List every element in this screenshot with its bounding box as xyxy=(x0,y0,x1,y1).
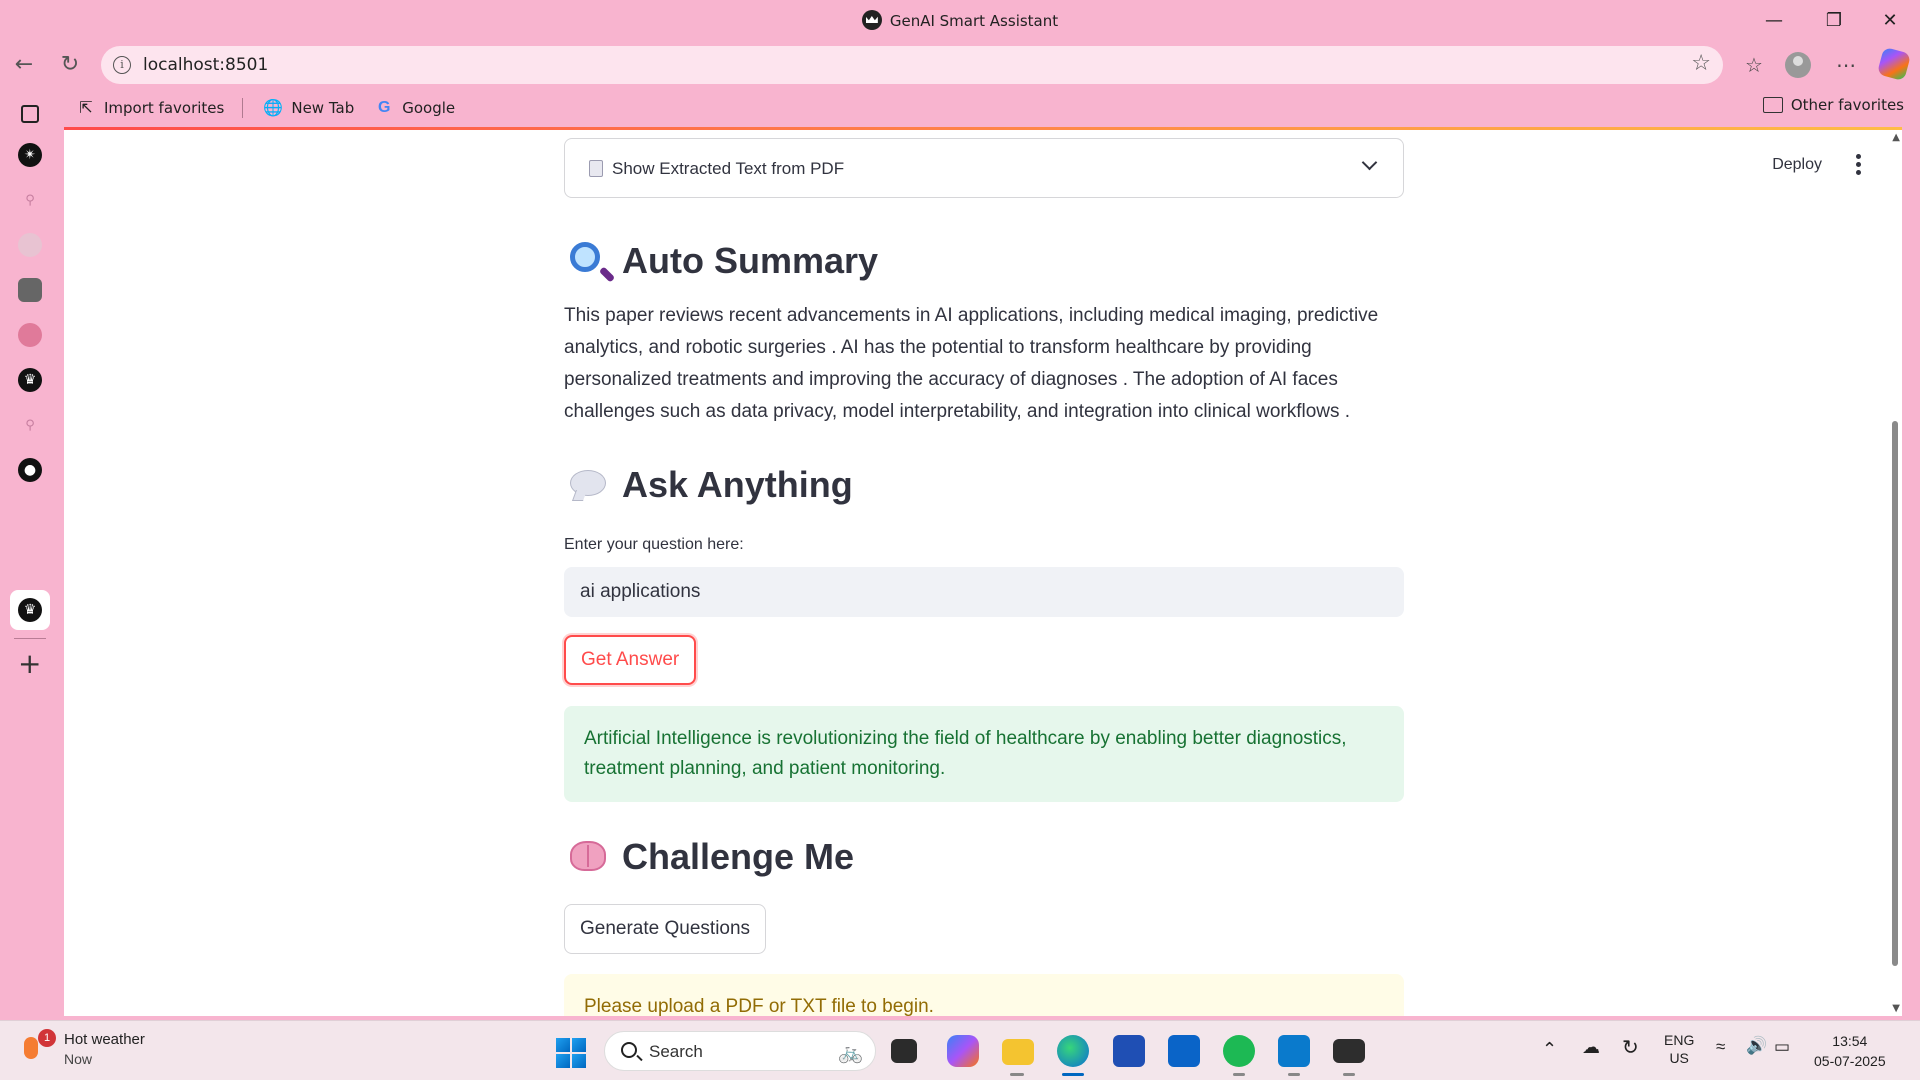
streamlit-icon[interactable]: ♛ xyxy=(18,598,42,622)
chevron-down-icon xyxy=(1361,154,1378,171)
search-icon[interactable]: ⚲ xyxy=(18,413,42,437)
streamlit-icon[interactable]: ♛ xyxy=(18,368,42,392)
brain-icon xyxy=(570,838,608,876)
windows-start-icon[interactable] xyxy=(556,1038,586,1068)
window-title: GenAI Smart Assistant xyxy=(0,10,1920,30)
edge-browser-icon[interactable] xyxy=(1057,1035,1089,1067)
summary-text: This paper reviews recent advancements i… xyxy=(564,305,1379,422)
file-explorer-icon[interactable] xyxy=(1002,1039,1034,1065)
minimize-button[interactable]: — xyxy=(1746,0,1802,40)
main-column: Show Extracted Text from PDF Auto Summar… xyxy=(564,138,1404,1016)
running-indicator xyxy=(1343,1073,1355,1076)
address-bar[interactable]: i localhost:8501 ☆ xyxy=(101,46,1723,84)
running-indicator xyxy=(1010,1073,1024,1076)
restore-button[interactable]: ❐ xyxy=(1806,0,1862,40)
page-icon xyxy=(589,160,603,177)
site-info-icon[interactable]: i xyxy=(113,56,131,74)
speech-bubble-icon xyxy=(570,466,608,504)
active-indicator xyxy=(1062,1073,1084,1076)
copilot-taskbar-icon[interactable] xyxy=(947,1035,979,1067)
favorite-star-icon[interactable]: ☆ xyxy=(1691,51,1711,76)
folder-icon xyxy=(1762,97,1783,113)
profile-avatar[interactable] xyxy=(1785,52,1811,78)
bicycle-icon: 🚲 xyxy=(838,1040,863,1064)
favorite-google[interactable]: G Google xyxy=(374,98,455,118)
question-label: Enter your question here: xyxy=(564,536,744,553)
extracted-text-expander[interactable]: Show Extracted Text from PDF xyxy=(564,138,1404,198)
generate-questions-button[interactable]: Generate Questions xyxy=(564,904,767,954)
back-arrow-icon[interactable]: ← xyxy=(8,48,40,80)
terminal-icon[interactable] xyxy=(1333,1039,1365,1063)
deploy-button[interactable]: Deploy xyxy=(1772,156,1822,174)
spotify-icon[interactable] xyxy=(1223,1035,1255,1067)
get-answer-button[interactable]: Get Answer xyxy=(564,635,697,685)
vertical-scrollbar[interactable]: ▲ ▼ xyxy=(1888,128,1902,1016)
sync-icon[interactable]: ↻ xyxy=(1622,1035,1639,1060)
outlook-icon[interactable] xyxy=(1168,1035,1200,1067)
google-icon: G xyxy=(378,99,391,116)
import-icon: ⇱ xyxy=(79,98,93,117)
add-icon[interactable]: + xyxy=(18,647,41,680)
search-icon xyxy=(621,1042,637,1058)
favorites-bar: ⇱ Import favorites 🌐 New Tab G Google xyxy=(60,94,475,122)
copilot-icon[interactable] xyxy=(1876,46,1912,82)
url-text[interactable]: localhost:8501 xyxy=(143,55,268,75)
language-indicator[interactable]: ENG US xyxy=(1664,1031,1694,1067)
kebab-menu-icon[interactable] xyxy=(1856,154,1862,175)
volume-icon[interactable]: 🔊 xyxy=(1746,1036,1767,1056)
clock[interactable]: 13:54 05-07-2025 xyxy=(1814,1031,1886,1071)
globe-icon: 🌐 xyxy=(263,98,284,117)
scroll-down-icon[interactable]: ▼ xyxy=(1892,1003,1900,1014)
scroll-up-icon[interactable]: ▲ xyxy=(1892,132,1900,143)
extension-icon[interactable] xyxy=(18,323,42,347)
microsoft-store-icon[interactable] xyxy=(1113,1035,1145,1067)
wifi-icon[interactable]: ≈ xyxy=(1716,1037,1725,1057)
app-viewport: Deploy Show Extracted Text from PDF Auto… xyxy=(64,128,1902,1016)
taskbar-search[interactable]: Search 🚲 xyxy=(604,1031,876,1071)
sidebar-divider xyxy=(14,638,46,639)
magnifier-icon xyxy=(570,242,608,280)
close-button[interactable]: ✕ xyxy=(1862,0,1918,40)
title-bar: GenAI Smart Assistant — ❐ ✕ xyxy=(0,0,1920,40)
refresh-icon[interactable]: ↻ xyxy=(54,48,86,80)
onedrive-error-icon[interactable]: ☁ xyxy=(1582,1037,1600,1058)
notification-badge: 1 xyxy=(38,1029,56,1047)
task-view-icon[interactable] xyxy=(891,1039,917,1063)
tabs-icon[interactable] xyxy=(21,105,39,123)
scrollbar-thumb[interactable] xyxy=(1892,421,1898,966)
vscode-icon[interactable] xyxy=(1278,1035,1310,1067)
battery-icon[interactable]: ▭ xyxy=(1774,1037,1790,1057)
more-options-icon[interactable]: ⋯ xyxy=(1829,48,1863,82)
taskbar: 1 Hot weather Now Search 🚲 ⌃ ☁ ↻ ENG US … xyxy=(0,1020,1920,1080)
question-input[interactable] xyxy=(564,567,1404,617)
favorites-icon[interactable]: ☆ xyxy=(1737,48,1771,82)
other-favorites[interactable]: Other favorites xyxy=(1762,96,1904,114)
answer-alert: Artificial Intelligence is revolutionizi… xyxy=(564,706,1404,802)
thermometer-icon xyxy=(24,1037,38,1059)
openai-icon[interactable]: ✴ xyxy=(18,143,42,167)
running-indicator xyxy=(1233,1073,1245,1076)
running-indicator xyxy=(1288,1073,1300,1076)
favorite-new-tab[interactable]: 🌐 New Tab xyxy=(263,98,354,118)
challenge-me-heading: Challenge Me xyxy=(564,836,854,878)
favorites-divider xyxy=(242,98,244,118)
chevron-up-icon[interactable]: ⌃ xyxy=(1542,1039,1557,1060)
github-icon[interactable]: ● xyxy=(18,458,42,482)
streamlit-top-decoration xyxy=(64,127,1902,130)
streamlit-crown-icon xyxy=(861,10,882,30)
search-icon[interactable]: ⚲ xyxy=(18,188,42,212)
auto-summary-heading: Auto Summary xyxy=(564,240,878,282)
favorite-import[interactable]: ⇱ Import favorites xyxy=(76,98,224,118)
extension-icon[interactable] xyxy=(18,278,42,302)
upload-warning-alert: Please upload a PDF or TXT file to begin… xyxy=(564,974,1404,1016)
extension-icon[interactable] xyxy=(18,233,42,257)
ask-anything-heading: Ask Anything xyxy=(564,464,853,506)
browser-sidebar: ✴ ⚲ ♛ ⚲ ● ♛ + xyxy=(0,95,60,1025)
